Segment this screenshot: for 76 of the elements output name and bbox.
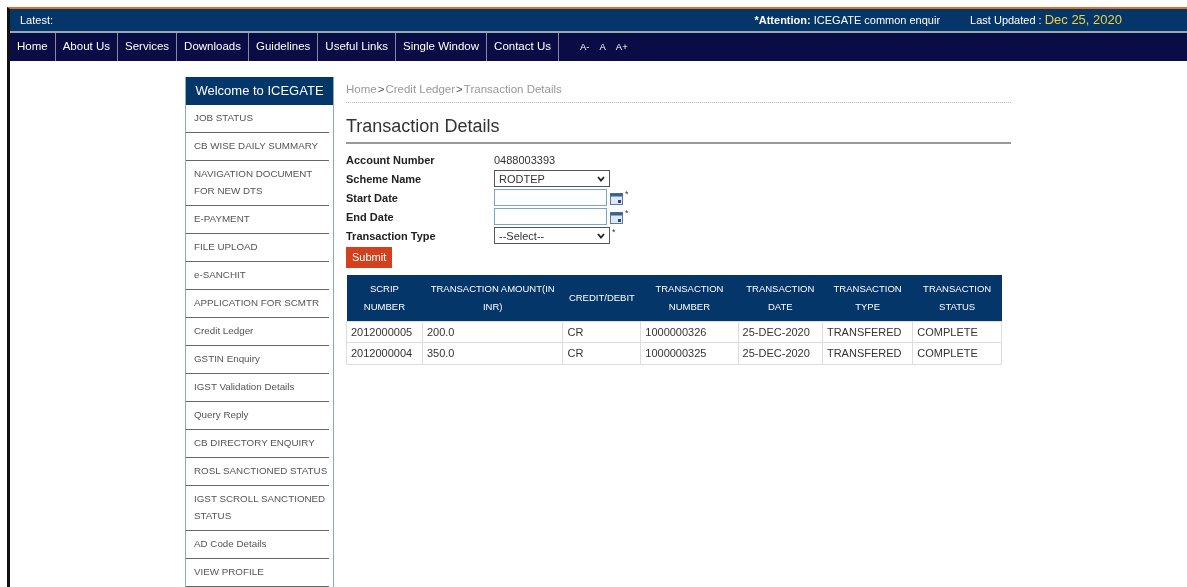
sidebar-link[interactable]: IGST Validation Details xyxy=(186,373,329,402)
breadcrumb-separator: > xyxy=(456,83,463,95)
sidebar-link[interactable]: e-SANCHIT xyxy=(186,261,329,290)
table-cell: 1000000326 xyxy=(640,321,739,343)
table-cell: 2012000004 xyxy=(346,342,423,365)
font-size-control[interactable]: A xyxy=(594,39,611,55)
table-cell: CR xyxy=(562,342,641,365)
date-field[interactable] xyxy=(494,208,607,226)
calendar-icon[interactable] xyxy=(610,212,623,225)
nav-link[interactable]: Useful Links xyxy=(318,33,396,61)
table-cell: COMPLETE xyxy=(912,342,1002,365)
sidebar-link[interactable]: IGST SCROLL SANCTIONED STATUS xyxy=(186,485,329,531)
table-cell: 25-DEC-2020 xyxy=(738,321,823,343)
calendar-icon[interactable] xyxy=(610,193,623,206)
select-value: RODTEP xyxy=(499,171,545,187)
date-field[interactable] xyxy=(494,189,607,207)
sidebar-link[interactable]: E-PAYMENT xyxy=(186,205,329,234)
column-header: TRANSACTION AMOUNT(IN INR) xyxy=(422,274,563,322)
column-header: SCRIP NUMBER xyxy=(346,274,423,322)
nav-link[interactable]: Services xyxy=(118,33,178,61)
nav-link[interactable]: Single Window xyxy=(396,33,488,61)
sidebar-link[interactable]: FILE UPLOAD xyxy=(186,233,329,262)
field-label: End Date xyxy=(346,209,395,225)
nav-link[interactable]: Guidelines xyxy=(249,33,319,61)
page-title: Transaction Details xyxy=(346,113,1011,145)
font-size-control[interactable]: A+ xyxy=(610,39,633,55)
column-header: TRANSACTION STATUS xyxy=(912,274,1002,322)
sidebar-link[interactable]: GSTIN Enquiry xyxy=(186,345,329,374)
sidebar-title: Welcome to ICEGATE xyxy=(186,77,333,105)
sidebar-link[interactable]: JOB STATUS xyxy=(186,104,329,133)
sidebar-link[interactable]: NAVIGATION DOCUMENT FOR NEW DTS xyxy=(186,160,329,206)
sidebar-link[interactable]: ROSL SANCTIONED STATUS xyxy=(186,457,329,486)
attention-text: *Attention: ICEGATE common enquir xyxy=(754,12,941,28)
field-label: Start Date xyxy=(346,190,399,206)
table-cell: TRANSFERED xyxy=(822,321,913,343)
nav-link[interactable]: Home xyxy=(10,33,56,61)
select-field[interactable]: --Select-- xyxy=(494,227,610,245)
last-updated-label: Last Updated : xyxy=(970,12,1042,28)
table-cell: TRANSFERED xyxy=(822,342,913,365)
select-value: --Select-- xyxy=(499,228,545,244)
column-header: TRANSACTION DATE xyxy=(738,274,823,322)
column-header: TRANSACTION NUMBER xyxy=(640,274,739,322)
select-field[interactable]: RODTEP xyxy=(494,170,610,188)
submit-button[interactable]: Submit xyxy=(346,247,393,268)
column-header: TRANSACTION TYPE xyxy=(822,274,913,322)
required-mark: * xyxy=(625,207,629,221)
nav-link[interactable]: Contact Us xyxy=(487,33,559,61)
field-value: 0488003393 xyxy=(494,152,556,168)
sidebar-link[interactable]: Query Reply xyxy=(186,401,329,430)
sidebar-link[interactable]: APPLICATION FOR SCMTR xyxy=(186,289,329,318)
field-label: Account Number xyxy=(346,152,436,168)
caret-icon xyxy=(597,232,605,239)
sidebar-link[interactable]: CB WISE DAILY SUMMARY xyxy=(186,132,329,161)
table-cell: 25-DEC-2020 xyxy=(738,342,823,365)
table-cell: 1000000325 xyxy=(640,342,739,365)
last-updated-date: Dec 25, 2020 xyxy=(1044,11,1122,30)
field-label: Scheme Name xyxy=(346,171,423,187)
sidebar-link[interactable]: Credit Ledger xyxy=(186,317,329,346)
field-label: Transaction Type xyxy=(346,228,437,244)
caret-icon xyxy=(597,175,605,182)
required-mark: * xyxy=(625,188,629,202)
column-header: CREDIT/DEBIT xyxy=(562,274,641,322)
nav-link[interactable]: Downloads xyxy=(177,33,249,61)
table-cell: COMPLETE xyxy=(912,321,1002,343)
table-cell: 2012000005 xyxy=(346,321,423,343)
sidebar-link[interactable]: CB DIRECTORY ENQUIRY xyxy=(186,429,329,458)
breadcrumb-separator: > xyxy=(377,83,385,95)
sidebar-link[interactable]: VIEW PROFILE xyxy=(186,558,329,587)
required-mark: * xyxy=(612,226,616,240)
table-cell: CR xyxy=(562,321,641,343)
nav-link[interactable]: About Us xyxy=(55,33,118,61)
ticker-label: Latest: xyxy=(20,12,54,28)
table-cell: 350.0 xyxy=(422,342,563,365)
table-cell: 200.0 xyxy=(422,321,563,343)
sidebar-link[interactable]: AD Code Details xyxy=(186,530,329,559)
font-size-control[interactable]: A- xyxy=(574,39,595,55)
